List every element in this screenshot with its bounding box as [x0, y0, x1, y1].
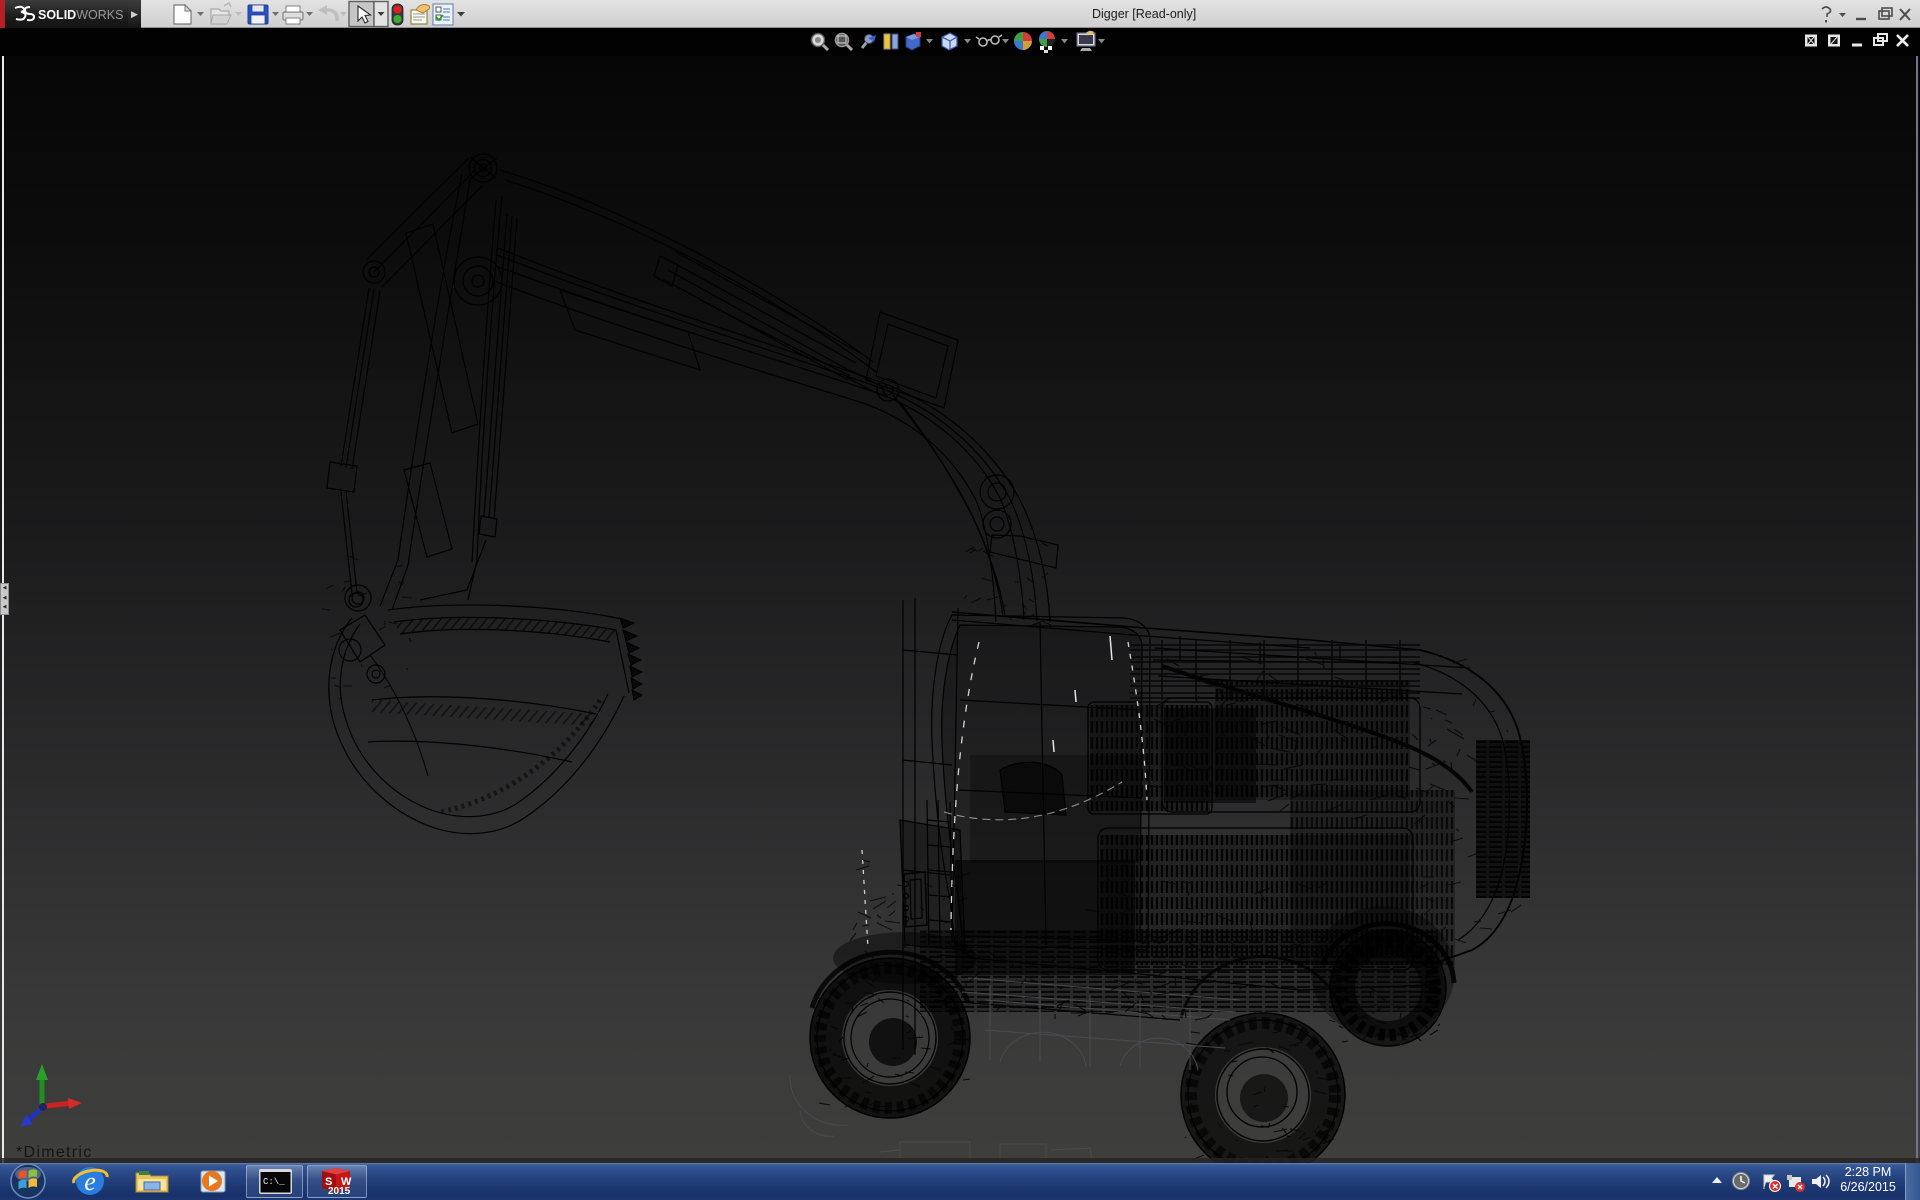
svg-text:C:\_: C:\_ [263, 1177, 285, 1187]
svg-text:2015: 2015 [328, 1186, 351, 1197]
